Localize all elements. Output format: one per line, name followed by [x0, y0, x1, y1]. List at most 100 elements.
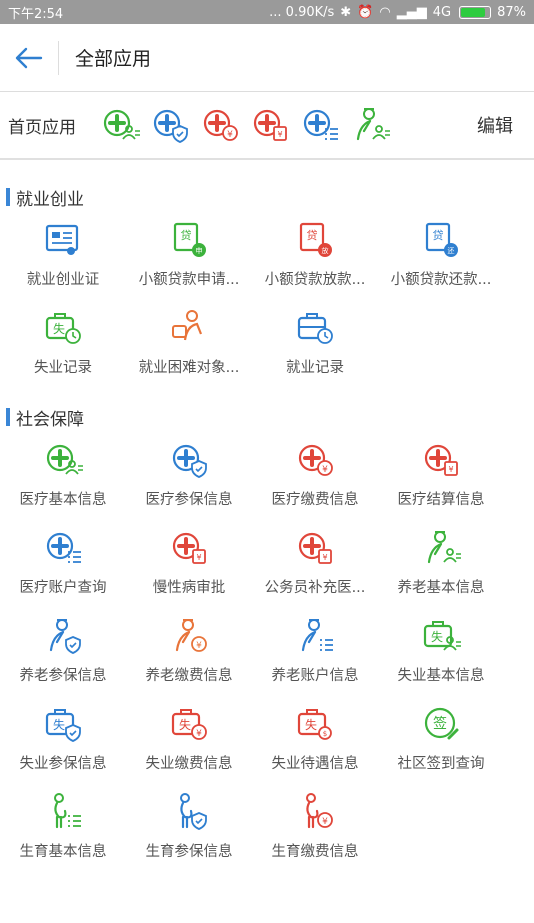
medical-insured-icon[interactable]	[150, 105, 190, 145]
alarm-icon: ⏰	[357, 4, 374, 20]
app-tile-unemployment-record[interactable]: 失失业记录	[0, 300, 126, 388]
app-tile-unemployment-benefit[interactable]: 失 $ 失业待遇信息	[252, 696, 378, 784]
svg-text:失: 失	[53, 321, 65, 336]
network-speed: ... 0.90K/s	[269, 4, 335, 20]
app-tile-medical-payment[interactable]: ¥ 医疗缴费信息	[252, 432, 378, 520]
medical-settlement-icon[interactable]: ¥	[250, 105, 290, 145]
svg-text:贷: 贷	[307, 228, 318, 242]
unemployment-benefit-icon: 失 $	[295, 704, 335, 744]
app-label: 失业记录	[34, 360, 92, 376]
app-tile-hardship-person[interactable]: 就业困难对象...	[126, 300, 252, 388]
status-bar: 下午2:54 ... 0.90K/s ✱ ⏰ ◠ ▂▄▆ 4G 87%	[0, 0, 534, 24]
unemployment-payment-icon: 失 ¥	[169, 704, 209, 744]
svg-text:¥: ¥	[196, 641, 202, 651]
svg-text:¥: ¥	[277, 130, 282, 139]
app-tile-maternity-basic[interactable]: 生育基本信息	[0, 784, 126, 872]
app-label: 就业创业证	[26, 272, 100, 288]
app-label: 失业缴费信息	[145, 756, 233, 772]
app-tile-loan-apply[interactable]: 贷 申小额贷款申请...	[126, 212, 252, 300]
app-label: 小额贷款放款...	[264, 272, 366, 288]
app-label: 公务员补充医...	[264, 580, 366, 596]
home-apps-icons: ¥ ¥	[100, 105, 456, 145]
svg-text:失: 失	[179, 717, 191, 732]
employment-cert-icon	[43, 220, 83, 260]
app-tile-employment-record[interactable]: 就业记录	[252, 300, 378, 388]
section-employment: 就业创业 就业创业证 贷 申小额贷款申请... 贷 放小额贷款放款... 贷 还…	[0, 182, 534, 388]
pension-payment-icon: ¥	[169, 616, 209, 656]
svg-text:¥: ¥	[196, 729, 202, 739]
home-apps-bar: 首页应用 ¥ ¥ 编辑	[0, 92, 534, 160]
app-label: 就业记录	[286, 360, 344, 376]
app-label: 医疗基本信息	[19, 492, 107, 508]
maternity-basic-icon	[43, 792, 83, 832]
app-label: 就业困难对象...	[138, 360, 240, 376]
app-label: 医疗参保信息	[145, 492, 233, 508]
app-label: 失业待遇信息	[271, 756, 359, 772]
app-tile-civil-servant-medical[interactable]: ¥ 公务员补充医...	[252, 520, 378, 608]
app-label: 医疗结算信息	[397, 492, 485, 508]
battery-percent: 87%	[497, 4, 526, 20]
app-tile-pension-account[interactable]: 养老账户信息	[252, 608, 378, 696]
page-title: 全部应用	[75, 48, 152, 70]
section-marker	[6, 188, 10, 206]
maternity-payment-icon: ¥	[295, 792, 335, 832]
app-tile-medical-basic[interactable]: 医疗基本信息	[0, 432, 126, 520]
app-tile-employment-cert[interactable]: 就业创业证	[0, 212, 126, 300]
section-header: 社会保障	[0, 402, 534, 432]
edit-button[interactable]: 编辑	[456, 112, 534, 138]
app-tile-medical-account[interactable]: 医疗账户查询	[0, 520, 126, 608]
carrier-label: 4G	[432, 4, 452, 20]
medical-basic-icon[interactable]	[100, 105, 140, 145]
medical-insured-icon	[169, 440, 209, 480]
svg-text:失: 失	[431, 629, 443, 644]
pension-basic-icon	[421, 528, 461, 568]
app-tile-unemployment-basic[interactable]: 失失业基本信息	[378, 608, 504, 696]
svg-text:$: $	[323, 730, 327, 738]
section-social-security: 社会保障 医疗基本信息 医疗参保信息 ¥ 医疗缴费信息 ¥ 医疗结算信息 医疗账户查…	[0, 402, 534, 872]
chronic-approval-icon: ¥	[169, 528, 209, 568]
svg-text:¥: ¥	[322, 817, 328, 827]
app-label: 失业基本信息	[397, 668, 485, 684]
app-tile-maternity-insured[interactable]: 生育参保信息	[126, 784, 252, 872]
back-button[interactable]	[0, 47, 58, 69]
medical-settlement-icon: ¥	[421, 440, 461, 480]
app-tile-pension-insured[interactable]: 养老参保信息	[0, 608, 126, 696]
signal-icon: ▂▄▆	[396, 4, 427, 20]
app-grid: 就业创业证 贷 申小额贷款申请... 贷 放小额贷款放款... 贷 还小额贷款还…	[0, 212, 534, 388]
medical-account-icon[interactable]	[300, 105, 340, 145]
app-tile-chronic-approval[interactable]: ¥ 慢性病审批	[126, 520, 252, 608]
medical-basic-icon	[43, 440, 83, 480]
app-label: 养老参保信息	[19, 668, 107, 684]
app-tile-pension-basic[interactable]: 养老基本信息	[378, 520, 504, 608]
app-tile-community-checkin[interactable]: 签 社区签到查询	[378, 696, 504, 784]
app-tile-medical-settlement[interactable]: ¥ 医疗结算信息	[378, 432, 504, 520]
app-tile-loan-release[interactable]: 贷 放小额贷款放款...	[252, 212, 378, 300]
app-tile-loan-repay[interactable]: 贷 还小额贷款还款...	[378, 212, 504, 300]
svg-text:申: 申	[196, 246, 203, 255]
app-tile-unemployment-payment[interactable]: 失 ¥ 失业缴费信息	[126, 696, 252, 784]
svg-text:¥: ¥	[448, 465, 453, 474]
app-tile-pension-payment[interactable]: ¥ 养老缴费信息	[126, 608, 252, 696]
app-grid: 医疗基本信息 医疗参保信息 ¥ 医疗缴费信息 ¥ 医疗结算信息 医疗账户查询 ¥ 慢性…	[0, 432, 534, 872]
employment-record-icon	[295, 308, 335, 348]
app-label: 养老账户信息	[271, 668, 359, 684]
app-label: 医疗账户查询	[19, 580, 107, 596]
medical-payment-icon: ¥	[295, 440, 335, 480]
svg-text:还: 还	[448, 247, 455, 255]
app-tile-maternity-payment[interactable]: ¥ 生育缴费信息	[252, 784, 378, 872]
medical-payment-icon[interactable]: ¥	[200, 105, 240, 145]
bluetooth-icon: ✱	[340, 4, 352, 20]
app-tile-unemployment-insured[interactable]: 失失业参保信息	[0, 696, 126, 784]
app-label: 生育基本信息	[19, 844, 107, 860]
app-label: 慢性病审批	[152, 580, 226, 596]
unemployment-basic-icon: 失	[421, 616, 461, 656]
pension-basic-icon[interactable]	[350, 105, 390, 145]
maternity-insured-icon	[169, 792, 209, 832]
loan-apply-icon: 贷 申	[169, 220, 209, 260]
home-apps-label: 首页应用	[8, 117, 76, 138]
status-time: 下午2:54	[8, 6, 64, 22]
section-header: 就业创业	[0, 182, 534, 212]
svg-text:¥: ¥	[322, 553, 327, 562]
app-tile-medical-insured[interactable]: 医疗参保信息	[126, 432, 252, 520]
app-label: 生育参保信息	[145, 844, 233, 860]
